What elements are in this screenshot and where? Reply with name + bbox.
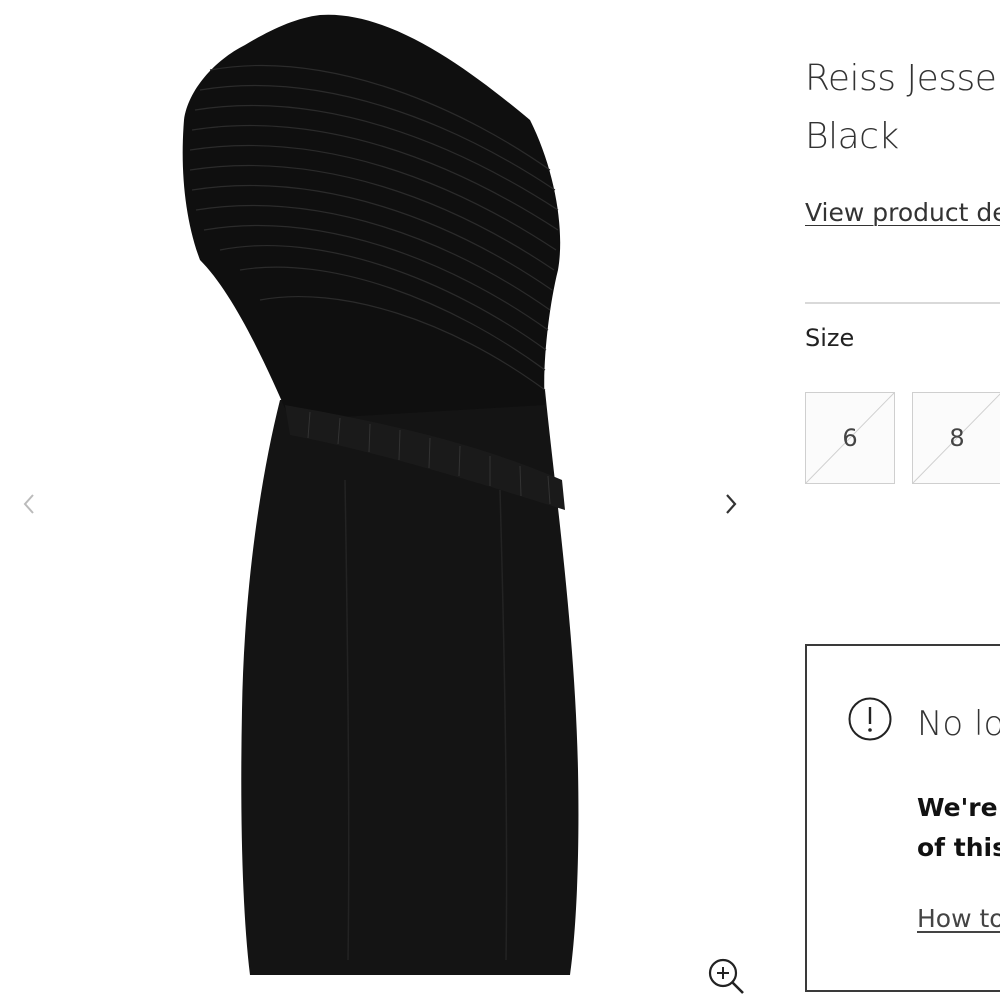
zoom-button[interactable] — [704, 954, 748, 998]
next-image-button[interactable] — [716, 484, 746, 524]
size-label: Size — [805, 324, 855, 352]
product-image[interactable] — [170, 10, 590, 985]
zoom-in-icon — [708, 958, 744, 994]
notice-body: We're of this — [917, 788, 1000, 868]
size-option-label: 6 — [842, 424, 858, 452]
chevron-right-icon — [726, 494, 737, 514]
view-product-details-link[interactable]: View product de — [805, 198, 1000, 227]
product-title-line1: Reiss Jesse F — [805, 58, 1000, 99]
product-title: Reiss Jesse F Black — [805, 50, 1000, 166]
product-image-gallery — [0, 0, 760, 1000]
notice-body-line2: of this — [917, 833, 1000, 862]
size-option-6[interactable]: 6 — [805, 392, 895, 484]
divider — [805, 302, 1000, 304]
how-to-link[interactable]: How to — [917, 904, 1000, 933]
notice-body-line1: We're — [917, 793, 998, 822]
previous-image-button[interactable] — [14, 484, 44, 524]
chevron-left-icon — [23, 494, 34, 514]
stock-notice: No lo We're of this How to — [805, 644, 1000, 992]
exclamation-circle-icon — [848, 697, 892, 741]
notice-title: No lo — [917, 704, 1000, 744]
product-page: Reiss Jesse F Black View product de Size… — [0, 0, 1000, 1000]
product-info-panel: Reiss Jesse F Black View product de Size… — [805, 0, 1000, 1000]
size-option-8[interactable]: 8 — [912, 392, 1000, 484]
product-title-line2: Black — [805, 116, 899, 157]
size-option-label: 8 — [949, 424, 965, 452]
